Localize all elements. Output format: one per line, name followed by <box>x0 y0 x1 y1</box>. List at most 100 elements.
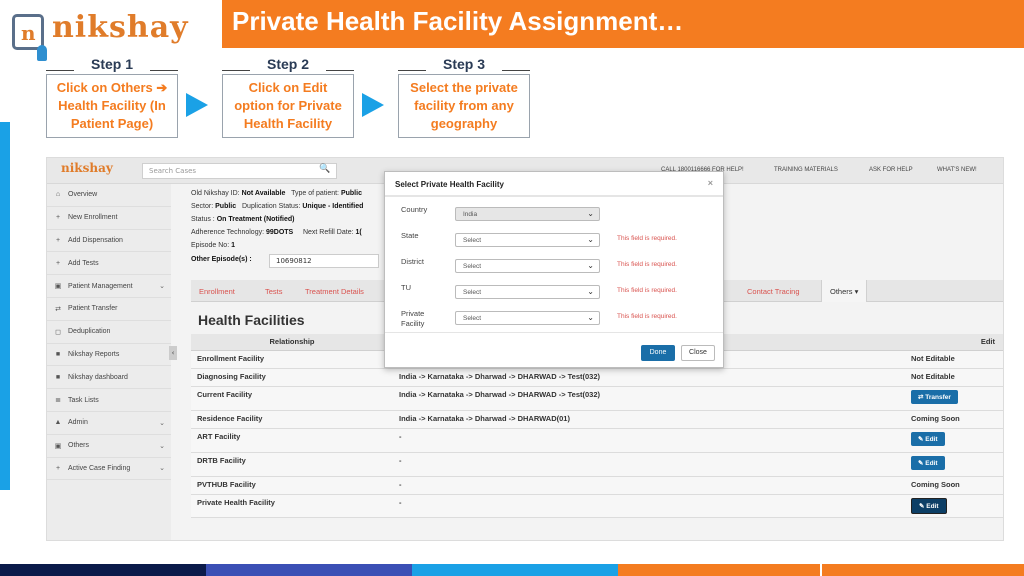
sidebar-item-icon: ▲ <box>54 419 62 427</box>
edit-cell: Not Editable <box>905 350 1003 369</box>
sidebar-item[interactable]: ⌂ Overview <box>47 184 171 207</box>
table-row: PVTHUB Facility - Coming Soon <box>191 476 1003 495</box>
info-line-2: Sector: Public Duplication Status: Uniqu… <box>191 203 364 210</box>
edit-button[interactable]: ⇄ Transfer <box>911 389 958 404</box>
modal-header: Select Private Health Facility × <box>385 172 723 196</box>
location-cell: India -> Karnataka -> Dharwad -> DHARWAD… <box>393 386 905 411</box>
location-cell: - <box>393 494 905 518</box>
chevron-down-icon: ⌄ <box>159 419 165 427</box>
search-icon[interactable]: 🔍 <box>319 164 330 174</box>
logo-letter: n <box>21 21 36 45</box>
field-label: District <box>401 257 424 266</box>
tab-treatment-details[interactable]: Treatment Details <box>305 287 364 296</box>
arrow-right-icon <box>362 93 384 117</box>
relationship-cell: PVTHUB Facility <box>191 476 393 495</box>
sidebar-item[interactable]: + Active Case Finding ⌄ <box>47 458 171 481</box>
step-2-text: Click on Edit option for Private Health … <box>222 74 354 138</box>
sidebar-item-label: Add Tests <box>68 259 99 267</box>
sidebar-item-icon: ⌂ <box>55 191 61 199</box>
sidebar-item-label: Add Dispensation <box>68 236 123 244</box>
sidebar-item-icon: ≣ <box>55 397 61 405</box>
search-input[interactable]: Search Cases <box>142 163 337 179</box>
app-logo: nikshay <box>61 161 113 175</box>
sidebar-item[interactable]: ■ Nikshay Reports <box>47 344 171 367</box>
tab-others[interactable]: Others ▾ <box>821 280 868 302</box>
select-value: Select <box>463 237 482 244</box>
table-row: Current Facility India -> Karnataka -> Dh… <box>191 386 1003 411</box>
sidebar-item[interactable]: ◻ Deduplication <box>47 321 171 344</box>
sidebar-item[interactable]: ▣ Patient Management ⌄ <box>47 275 171 298</box>
field-select[interactable]: Select ⌄ <box>455 285 600 299</box>
edit-status: Coming Soon <box>911 479 960 489</box>
chevron-down-icon: ⌄ <box>159 283 165 291</box>
edit-button[interactable]: ✎ Edit <box>911 455 945 470</box>
location-cell: India -> Karnataka -> Dharwad -> DHARWAD… <box>393 368 905 387</box>
sidebar-item-icon: ■ <box>55 373 61 381</box>
info-line-4: Adherence Technology: 99DOTS Next Refill… <box>191 229 362 236</box>
edit-status: Not Editable <box>911 371 955 381</box>
sidebar-item[interactable]: ≣ Task Lists <box>47 389 171 412</box>
table-row: Residence Facility India -> Karnataka -> … <box>191 410 1003 429</box>
step-3: Step 3 Select the private facility from … <box>398 56 530 138</box>
edit-button[interactable]: ✎ Edit <box>911 497 947 514</box>
chevron-down-icon: ⌄ <box>159 442 165 450</box>
field-label: State <box>401 231 419 240</box>
nav-ask-for-help[interactable]: ASK FOR HELP <box>869 167 913 173</box>
sidebar-item-label: Nikshay Reports <box>68 350 120 358</box>
sidebar-item[interactable]: + Add Tests <box>47 252 171 276</box>
step-1-label: Step 1 <box>90 56 133 72</box>
done-button[interactable]: Done <box>641 345 675 361</box>
edit-button[interactable]: ✎ Edit <box>911 431 945 446</box>
sidebar-item-label: Deduplication <box>68 328 111 336</box>
chevron-down-icon: ⌄ <box>587 313 594 322</box>
relationship-cell: ART Facility <box>191 428 393 453</box>
close-button[interactable]: Close <box>681 345 715 361</box>
relationship-cell: Private Health Facility <box>191 494 393 518</box>
sidebar-item-icon: + <box>55 214 61 222</box>
edit-cell: ⇄ Transfer <box>905 386 1003 411</box>
info-line-5: Episode No: 1 <box>191 242 235 249</box>
tab-contact-tracing[interactable]: Contact Tracing <box>747 287 800 296</box>
location-cell: India -> Karnataka -> Dharwad -> DHARWAD… <box>393 410 905 429</box>
title-bar: Private Health Facility Assignment… <box>222 0 1024 48</box>
nav-training-materials[interactable]: TRAINING MATERIALS <box>774 167 838 173</box>
step-2-label: Step 2 <box>266 56 309 72</box>
tab-enrollment[interactable]: Enrollment <box>199 287 235 296</box>
info-line-3: Status : On Treatment (Notified) <box>191 216 295 223</box>
sidebar-item[interactable]: ■ Nikshay dashboard <box>47 366 171 390</box>
sidebar-item[interactable]: + New Enrollment <box>47 207 171 230</box>
nav-whats-new[interactable]: WHAT'S NEW! <box>937 167 977 173</box>
chevron-down-icon: ⌄ <box>587 287 594 296</box>
relationship-cell: DRTB Facility <box>191 452 393 477</box>
other-episode-field[interactable]: 10690812 <box>269 254 379 268</box>
tab-tests[interactable]: Tests <box>265 287 283 296</box>
table-row: DRTB Facility - ✎ Edit <box>191 452 1003 477</box>
health-facilities-title: Health Facilities <box>198 312 305 328</box>
collapse-sidebar-button[interactable]: ‹ <box>169 346 177 360</box>
sidebar-item[interactable]: ▣ Others ⌄ <box>47 435 171 458</box>
field-select[interactable]: Select ⌄ <box>455 311 600 325</box>
sidebar-item[interactable]: + Add Dispensation <box>47 230 171 253</box>
sidebar-item-label: New Enrollment <box>68 214 118 222</box>
close-icon[interactable]: × <box>708 178 713 188</box>
edit-cell: ✎ Edit <box>905 494 1003 518</box>
sidebar-item-icon: ▣ <box>54 283 62 291</box>
sidebar-item-icon: ▣ <box>54 442 62 450</box>
select-private-facility-modal: Select Private Health Facility × Country… <box>384 171 724 368</box>
step-1: Step 1 Click on Others ➔ Health Facility… <box>46 56 178 138</box>
edit-status: Not Editable <box>911 353 955 363</box>
modal-footer: Done Close <box>385 333 723 369</box>
modal-body: Country India ⌄ State Select ⌄ This field is r… <box>385 196 723 333</box>
footer-stripe-3 <box>412 564 618 576</box>
field-select[interactable]: Select ⌄ <box>455 233 600 247</box>
footer-stripe-1 <box>0 564 206 576</box>
step-3-text: Select the private facility from any geo… <box>398 74 530 138</box>
edit-cell: Coming Soon <box>905 476 1003 495</box>
app-screenshot: nikshay Search Cases 🔍 CALL 1800116666 F… <box>46 157 1004 541</box>
sidebar-item[interactable]: ▲ Admin ⌄ <box>47 412 171 435</box>
sidebar-item[interactable]: ⇄ Patient Transfer <box>47 298 171 321</box>
modal-title: Select Private Health Facility <box>395 180 504 189</box>
step-3-label: Step 3 <box>442 56 485 72</box>
field-select[interactable]: Select ⌄ <box>455 259 600 273</box>
select-value: Select <box>463 289 482 296</box>
